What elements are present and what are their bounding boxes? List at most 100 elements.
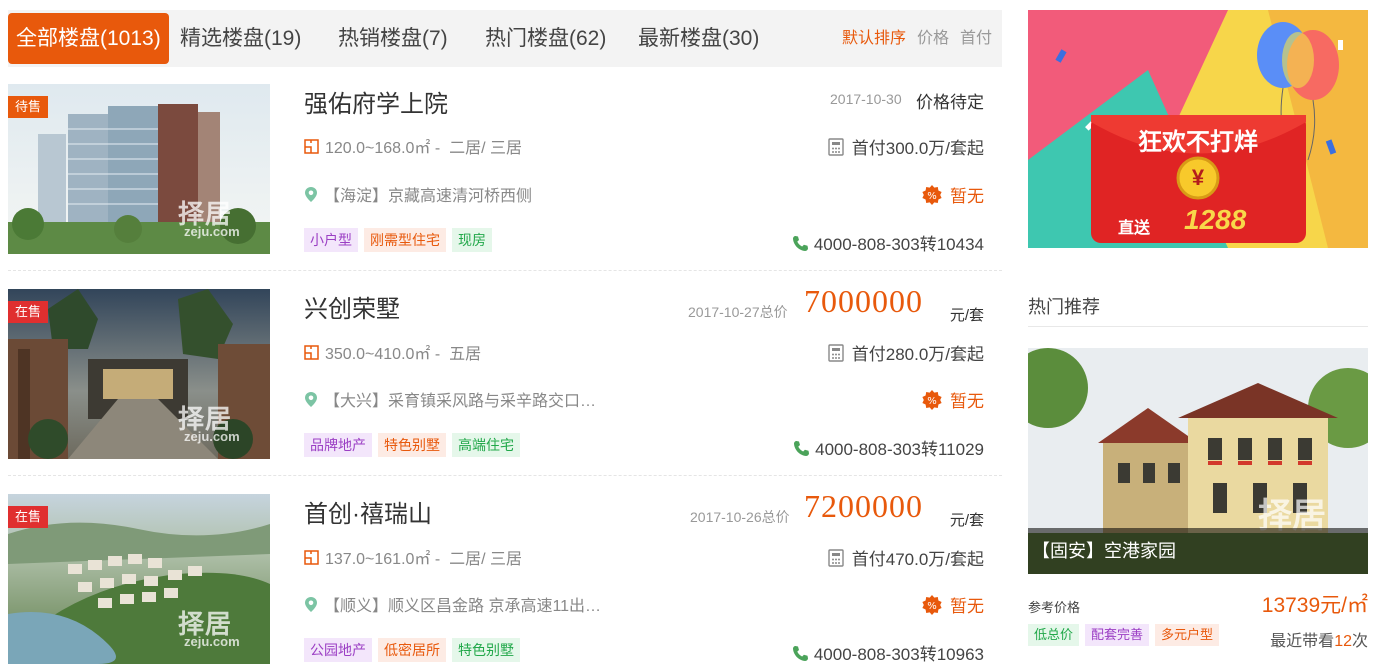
status-badge: 待售 [8, 96, 49, 118]
tag[interactable]: 品牌地产 [304, 433, 372, 457]
status-badge: 在售 [8, 506, 49, 528]
sort-down-payment[interactable]: 首付 [960, 10, 992, 67]
hot-recommend-title: 热门推荐 [1028, 297, 1100, 317]
location-pin-icon [304, 596, 318, 618]
listing-title[interactable]: 强佑府学上院 [304, 84, 448, 119]
filter-tab-bar: 全部楼盘(1013) 精选楼盘(19) 热销楼盘(7) 热门楼盘(62) 最新楼… [8, 10, 1002, 67]
promo-banner[interactable]: 狂欢不打烊 ¥ 直送 1288 [1028, 10, 1368, 248]
listing-location[interactable]: 【顺义】顺义区昌金路 京承高速11出… [324, 598, 601, 615]
listing-location[interactable]: 【大兴】采育镇采风路与采辛路交口… [324, 393, 596, 410]
listing-location[interactable]: 【海淀】京藏高速清河桥西侧 [324, 188, 532, 205]
down-payment-row: 首付470.0万/套起 [828, 545, 984, 572]
tag[interactable]: 高端住宅 [452, 433, 520, 457]
listing-item[interactable]: 在售 择居 zeju.com 首创·禧瑞山 2017-10-26总价 72000… [8, 488, 1002, 672]
status-badge: 在售 [8, 301, 49, 323]
listing-area-row: 120.0~168.0㎡ - 二居/ 三居 [304, 134, 522, 159]
phone-icon [792, 235, 809, 257]
listing-area-row: 350.0~410.0㎡ - 五居 [304, 340, 481, 365]
calculator-icon [828, 344, 844, 367]
tab-newest-properties[interactable]: 最新楼盘(30) [638, 10, 759, 67]
discount-value: 暂无 [950, 187, 984, 206]
tag[interactable]: 配套完善 [1085, 624, 1150, 646]
discount-icon: % [922, 390, 942, 415]
phone-row: 4000-808-303转10963 [792, 640, 984, 667]
down-payment: 首付470.0万/套起 [851, 550, 984, 569]
listing-photo[interactable]: 在售 择居 zeju.com [8, 494, 270, 664]
tag[interactable]: 现房 [452, 228, 492, 252]
listing-area: 120.0~168.0㎡ - [325, 140, 441, 157]
listing-location-row: 【海淀】京藏高速清河桥西侧 [304, 182, 532, 208]
reference-price: 13739元/㎡ [1261, 594, 1368, 617]
tab-hot-sale-properties[interactable]: 热销楼盘(7) [338, 10, 448, 67]
visits-count: 12 [1334, 633, 1352, 650]
tag[interactable]: 小户型 [304, 228, 358, 252]
calculator-icon [828, 138, 844, 161]
listing-photo[interactable]: 待售 择居 zeju.com [8, 84, 270, 254]
discount-value: 暂无 [950, 597, 984, 616]
recommend-caption[interactable]: 【固安】空港家园 [1028, 528, 1368, 574]
visits-prefix: 最近带看 [1270, 633, 1335, 650]
discount-row: % 暂无 [922, 592, 984, 620]
visits-suffix: 次 [1351, 633, 1368, 650]
tag[interactable]: 刚需型住宅 [364, 228, 446, 252]
phone-icon [792, 645, 809, 667]
down-payment-row: 首付280.0万/套起 [828, 340, 984, 367]
floorplan-icon [304, 550, 319, 570]
listing-price: 价格待定 [916, 93, 984, 112]
listing-tags: 品牌地产 特色别墅 高端住宅 [304, 433, 526, 457]
banner-amount: 1288 [1184, 204, 1247, 235]
location-pin-icon [304, 186, 318, 208]
listing-photo[interactable]: 在售 择居 zeju.com [8, 289, 270, 459]
banner-prefix: 直送 [1118, 220, 1151, 237]
listing-price-unit: 元/套 [949, 512, 984, 529]
listing-date: 2017-10-26总价 [690, 509, 790, 525]
location-pin-icon [304, 391, 318, 413]
tag[interactable]: 低密居所 [378, 638, 446, 662]
tab-selected-properties[interactable]: 精选楼盘(19) [180, 10, 301, 67]
tag[interactable]: 低总价 [1028, 624, 1080, 646]
phone-icon [793, 440, 810, 462]
listing-price-unit: 元/套 [949, 307, 984, 324]
phone-number[interactable]: 4000-808-303转10963 [814, 645, 984, 664]
divider [1028, 326, 1368, 327]
recommend-tags: 低总价 配套完善 多元户型 [1028, 624, 1225, 646]
watermark-url: zeju.com [184, 429, 240, 444]
sort-price[interactable]: 价格 [917, 10, 949, 67]
tag[interactable]: 多元户型 [1155, 624, 1220, 646]
watermark-url: zeju.com [184, 634, 240, 649]
listing-item[interactable]: 待售 择居 zeju.com 强佑府学上院 2017-10-30 价格待定 12… [8, 84, 1002, 264]
tag[interactable]: 公园地产 [304, 638, 372, 662]
listing-total-price: 7000000 [804, 283, 923, 319]
tag[interactable]: 特色别墅 [378, 433, 446, 457]
discount-row: % 暂无 [922, 387, 984, 415]
discount-icon: % [922, 185, 942, 210]
svg-text:%: % [927, 601, 937, 612]
divider [8, 475, 1002, 476]
listing-layouts: 二居/ 三居 [449, 140, 522, 157]
listing-title[interactable]: 首创·禧瑞山 [304, 494, 432, 529]
phone-row: 4000-808-303转10434 [792, 230, 984, 257]
listing-item[interactable]: 在售 择居 zeju.com 兴创荣墅 2017-10-27总价 7000000… [8, 283, 1002, 469]
sort-default[interactable]: 默认排序 [842, 10, 906, 67]
tab-all-properties[interactable]: 全部楼盘(1013) [8, 13, 169, 64]
phone-number[interactable]: 4000-808-303转10434 [814, 235, 984, 254]
recommend-photo[interactable]: 择居 【固安】空港家园 [1028, 348, 1368, 574]
down-payment-row: 首付300.0万/套起 [828, 134, 984, 161]
down-payment: 首付280.0万/套起 [851, 345, 984, 364]
reference-price-label: 参考价格 [1028, 600, 1081, 615]
phone-number[interactable]: 4000-808-303转11029 [815, 440, 984, 459]
floorplan-icon [304, 139, 319, 159]
listing-area-row: 137.0~161.0㎡ - 二居/ 三居 [304, 545, 522, 570]
listing-tags: 小户型 刚需型住宅 现房 [304, 228, 498, 252]
phone-row: 4000-808-303转11029 [793, 435, 984, 462]
svg-text:%: % [927, 396, 937, 407]
discount-value: 暂无 [950, 392, 984, 411]
tag[interactable]: 特色别墅 [452, 638, 520, 662]
listing-location-row: 【顺义】顺义区昌金路 京承高速11出… [304, 592, 601, 618]
listing-area: 137.0~161.0㎡ - [325, 551, 441, 568]
tab-popular-properties[interactable]: 热门楼盘(62) [485, 10, 606, 67]
listing-layouts: 二居/ 三居 [449, 551, 522, 568]
down-payment: 首付300.0万/套起 [851, 139, 984, 158]
listing-title[interactable]: 兴创荣墅 [304, 289, 400, 324]
recent-visits: 最近带看12次 [1270, 627, 1368, 651]
